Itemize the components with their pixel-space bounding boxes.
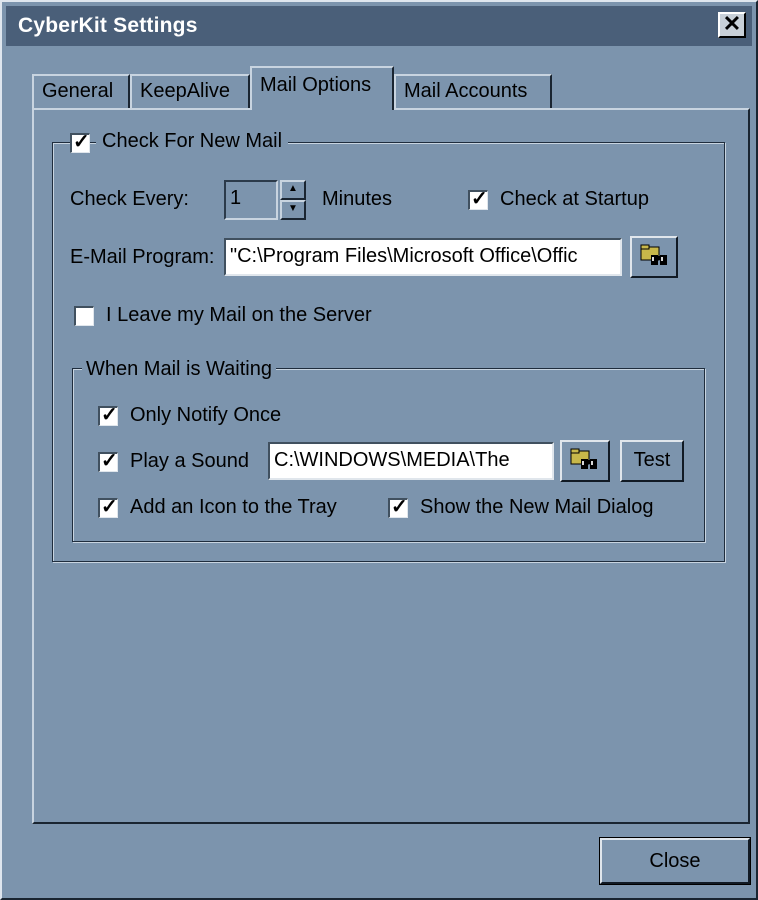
- tab-mail-options-label: Mail Options: [260, 74, 372, 96]
- email-program-label: E-Mail Program:: [70, 246, 215, 268]
- title-bar[interactable]: CyberKit Settings ✕: [6, 6, 752, 46]
- close-button[interactable]: Close: [599, 837, 751, 885]
- play-sound-checkbox[interactable]: ✓: [98, 450, 118, 472]
- sound-path-field[interactable]: C:\WINDOWS\MEDIA\The: [268, 442, 554, 480]
- check-every-spinner[interactable]: ▲ ▼: [280, 180, 306, 220]
- leave-mail-checkbox[interactable]: [74, 306, 94, 326]
- folder-binoculars-icon: [570, 448, 608, 474]
- close-window-button[interactable]: ✕: [718, 12, 746, 38]
- spin-up-button[interactable]: ▲: [280, 180, 306, 200]
- tab-keepalive[interactable]: KeepAlive: [130, 74, 250, 110]
- checkmark-icon: ✓: [471, 188, 488, 210]
- only-notify-once-checkbox[interactable]: ✓: [98, 404, 118, 426]
- window-title: CyberKit Settings: [18, 14, 198, 37]
- check-new-mail-checkbox[interactable]: ✓: [70, 131, 90, 153]
- add-tray-icon-checkbox[interactable]: ✓: [98, 496, 118, 518]
- checkmark-icon: ✓: [101, 404, 118, 426]
- spin-up-icon: ▲: [288, 183, 298, 194]
- play-sound-label[interactable]: Play a Sound: [130, 450, 249, 473]
- show-new-mail-dialog-label[interactable]: Show the New Mail Dialog: [420, 496, 653, 519]
- checkmark-icon: ✓: [101, 450, 118, 472]
- only-notify-once-label[interactable]: Only Notify Once: [130, 404, 281, 427]
- minutes-label: Minutes: [322, 188, 393, 210]
- tab-general-label: General: [42, 80, 114, 102]
- settings-window: CyberKit Settings ✕ General KeepAlive Ma…: [0, 0, 758, 900]
- tab-mail-accounts[interactable]: Mail Accounts: [394, 74, 552, 110]
- check-every-input[interactable]: 1: [224, 180, 278, 220]
- spin-down-icon: ▼: [288, 203, 298, 214]
- check-every-label: Check Every:: [70, 188, 189, 210]
- tab-mail-accounts-label: Mail Accounts: [404, 80, 528, 102]
- sound-browse-button[interactable]: [560, 440, 610, 482]
- email-program-browse-button[interactable]: [630, 236, 678, 278]
- close-icon: ✕: [722, 11, 742, 36]
- test-sound-button[interactable]: Test: [620, 440, 684, 482]
- check-at-startup-checkbox[interactable]: ✓: [468, 188, 488, 210]
- check-at-startup-label[interactable]: Check at Startup: [500, 188, 649, 211]
- folder-binoculars-icon: [640, 244, 676, 270]
- show-new-mail-dialog-checkbox[interactable]: ✓: [388, 496, 408, 518]
- checkmark-icon: ✓: [73, 131, 90, 153]
- tab-general[interactable]: General: [32, 74, 130, 110]
- email-program-field[interactable]: "C:\Program Files\Microsoft Office\Offic: [224, 238, 622, 276]
- when-mail-waiting-legend: When Mail is Waiting: [82, 358, 276, 381]
- tab-keepalive-label: KeepAlive: [140, 80, 231, 102]
- spin-down-button[interactable]: ▼: [280, 200, 306, 220]
- checkmark-icon: ✓: [101, 496, 118, 518]
- leave-mail-label[interactable]: I Leave my Mail on the Server: [106, 304, 372, 327]
- check-new-mail-label[interactable]: Check For New Mail: [96, 130, 289, 153]
- checkmark-icon: ✓: [391, 496, 408, 518]
- tab-mail-options[interactable]: Mail Options: [250, 66, 394, 110]
- add-tray-icon-label[interactable]: Add an Icon to the Tray: [130, 496, 337, 519]
